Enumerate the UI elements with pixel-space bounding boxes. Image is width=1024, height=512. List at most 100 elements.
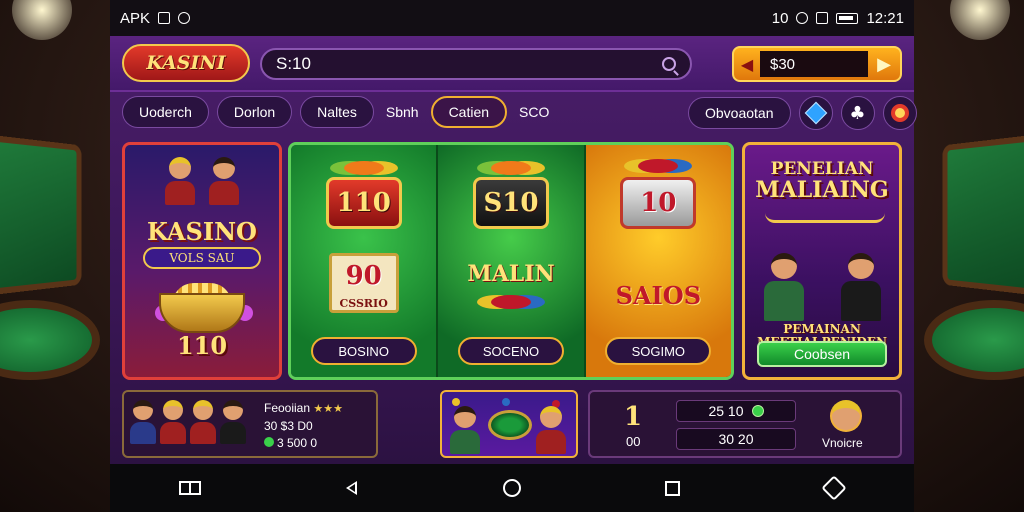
stat-box-1: 25 10	[676, 400, 796, 422]
avatar[interactable]	[830, 400, 862, 432]
chip-icon	[452, 398, 460, 406]
recents-icon[interactable]	[662, 477, 684, 499]
promo-button[interactable]: Coobsen	[757, 341, 887, 367]
menu-icon[interactable]	[179, 477, 201, 499]
promo-title: PENELIAN MALIAING	[745, 161, 899, 202]
diamond-icon	[804, 102, 827, 125]
card-number: 110	[177, 331, 227, 360]
chip-icon	[502, 398, 510, 406]
search-icon[interactable]	[662, 57, 676, 71]
slot-sub-number: 90	[346, 261, 382, 291]
slot-play-button[interactable]: SOGIMO	[605, 337, 711, 365]
players-info: Feooiian ★★★ 30 $3 D0 3 500 0	[264, 400, 343, 452]
slot-card-1[interactable]: S10 MALIN SOCENO	[436, 145, 583, 377]
stat-box-1-value: 25 10	[708, 403, 743, 419]
character-image	[165, 157, 195, 205]
tab-0[interactable]: Uoderch	[122, 96, 209, 128]
balance-value: $30	[760, 51, 868, 77]
slot-play-button[interactable]: SOCENO	[458, 337, 564, 365]
stats-panel: 1 00 25 10 30 20 Vnoicre	[588, 390, 902, 458]
tab-3[interactable]: Sbnh	[382, 96, 423, 128]
search-input[interactable]: S:10	[276, 54, 662, 74]
status-bar: APK 10 12:21	[110, 0, 914, 36]
slot-number: S10	[484, 188, 539, 218]
players-line3: 3 500 0	[277, 436, 317, 450]
diamond-button[interactable]	[799, 96, 833, 130]
search-bar[interactable]: S:10	[260, 48, 692, 80]
character-image	[450, 406, 480, 454]
ring-icon	[891, 104, 909, 122]
background-felt	[0, 300, 100, 380]
stat-small-number: 00	[626, 434, 640, 449]
slot-game-group: 110 90 CSSRIO BOSINO S10 MALIN SOCENO 10…	[288, 142, 734, 380]
arrow-left-icon[interactable]: ◀	[734, 48, 760, 80]
notification-icon	[158, 12, 170, 24]
background-table	[943, 134, 1024, 297]
players-title: Feooiian	[264, 401, 310, 415]
status-dot-icon	[752, 405, 764, 417]
slot-play-button[interactable]: BOSINO	[311, 337, 417, 365]
system-nav-bar	[110, 464, 914, 512]
arrow-right-icon[interactable]: ▶	[868, 48, 900, 80]
avatar	[190, 400, 216, 450]
players-line2: 30 $3 D0	[264, 418, 343, 435]
status-time: 12:21	[866, 10, 904, 27]
back-icon[interactable]	[340, 477, 362, 499]
slot-number-plate: S10	[473, 177, 549, 229]
character-image	[209, 157, 239, 205]
card-characters	[165, 157, 239, 205]
status-left: APK	[120, 10, 190, 27]
tab-4[interactable]: Catien	[431, 96, 507, 128]
club-button[interactable]: ♣	[841, 96, 875, 130]
tab-2[interactable]: Naltes	[300, 96, 374, 128]
gems-icon	[491, 295, 531, 309]
character-image	[841, 253, 881, 323]
status-app-label: APK	[120, 10, 150, 27]
background-table	[0, 134, 81, 297]
sync-icon	[178, 12, 190, 24]
stat-box-2-value: 30 20	[718, 431, 753, 447]
balance-widget[interactable]: ◀ $30 ▶	[732, 46, 902, 82]
slot-card-0[interactable]: 110 90 CSSRIO BOSINO	[291, 145, 436, 377]
home-icon[interactable]	[501, 477, 523, 499]
slot-sub-label: MALIN	[467, 261, 554, 287]
check-icon	[264, 437, 274, 447]
players-panel[interactable]: Feooiian ★★★ 30 $3 D0 3 500 0	[122, 390, 378, 458]
slot-number: 110	[337, 188, 391, 218]
tab-right[interactable]: Obvoaotan	[688, 97, 791, 129]
tab-1[interactable]: Dorlon	[217, 96, 292, 128]
casino-app: KASINI S:10 ◀ $30 ▶ Uoderch Dorlon Nalte…	[110, 36, 914, 464]
game-card-kasino[interactable]: KASINO VOLS SAU 110	[122, 142, 282, 380]
assistant-icon[interactable]	[823, 477, 845, 499]
status-network-label: 10	[772, 10, 789, 27]
ring-button[interactable]	[883, 96, 917, 130]
slot-sub-label: SAIOS	[616, 281, 701, 310]
top-bar: KASINI S:10 ◀ $30 ▶	[110, 36, 914, 92]
gems-icon	[638, 159, 678, 173]
spotlight	[12, 0, 72, 40]
swoosh-decoration	[765, 213, 885, 223]
avatar-label: Vnoicre	[822, 436, 863, 450]
slot-card-2[interactable]: 10 SAIOS SOGIMO	[584, 145, 731, 377]
star-icon: ★★★	[313, 403, 343, 415]
slot-sub-label: CSSRIO	[340, 297, 388, 310]
avatar	[220, 400, 246, 450]
character-image	[764, 253, 804, 323]
stat-big-number: 1	[624, 402, 642, 432]
background-felt	[924, 300, 1024, 380]
stat-box-2: 30 20	[676, 428, 796, 450]
spotlight	[950, 0, 1010, 40]
character-image	[536, 406, 566, 454]
player-avatars	[130, 400, 246, 450]
battery-icon	[836, 13, 858, 24]
category-tabs: Uoderch Dorlon Naltes Sbnh Catien SCO	[122, 96, 553, 128]
card-title: KASINO	[147, 217, 257, 246]
roulette-panel[interactable]	[440, 390, 578, 458]
roulette-icon	[488, 410, 532, 440]
avatar	[130, 400, 156, 450]
avatar	[160, 400, 186, 450]
tab-5[interactable]: SCO	[515, 96, 553, 128]
fruit-icon	[491, 161, 531, 175]
app-logo[interactable]: KASINI	[122, 44, 250, 82]
promo-card[interactable]: PENELIAN MALIAING PEMAINAN MEFTIAI PENID…	[742, 142, 902, 380]
